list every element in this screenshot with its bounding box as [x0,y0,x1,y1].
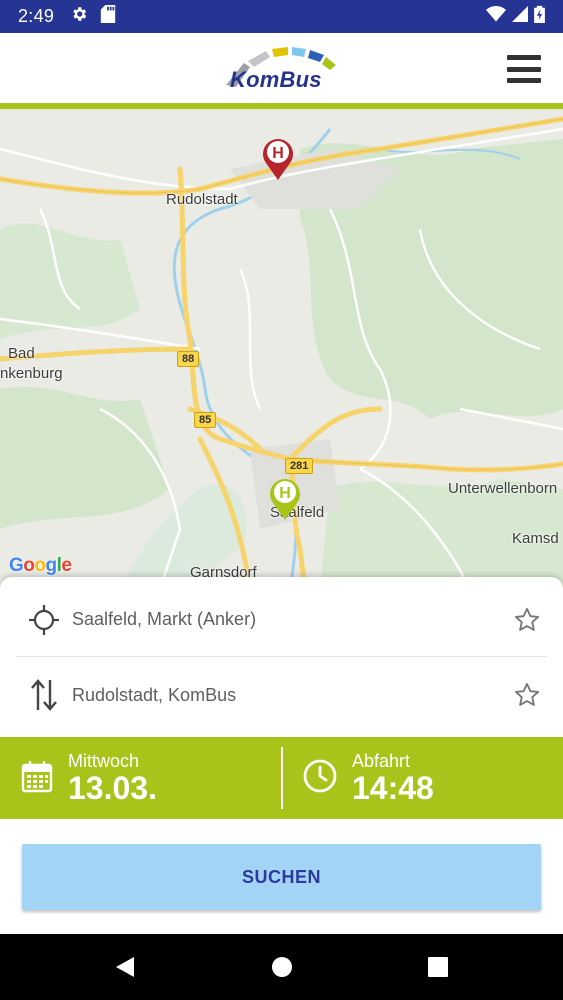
map-label-rudolstadt: Rudolstadt [166,191,238,208]
datetime-divider [281,747,283,809]
map-view[interactable]: Rudolstadt Bad nkenburg Saalfeld Unterwe… [0,109,563,589]
home-icon[interactable] [269,954,295,980]
road-shield-85: 85 [194,412,217,428]
from-stop-text[interactable]: Saalfeld, Markt (Anker) [72,609,509,630]
recents-icon[interactable] [425,954,451,980]
map-label-kamsd: Kamsd [512,530,559,547]
back-icon[interactable] [112,954,138,980]
logo-text: KomBus [230,67,322,92]
favorite-from-star-icon[interactable] [509,602,545,638]
road-shield-88: 88 [177,351,200,367]
swap-arrows-icon[interactable] [16,675,72,715]
search-area: SUCHEN [0,819,563,934]
app-header: KomBus [0,33,563,103]
svg-text:H: H [279,485,291,502]
clock-icon [302,758,338,799]
road-shield-281: 281 [285,458,314,474]
to-stop-text[interactable]: Rudolstadt, KomBus [72,685,509,706]
time-label: Abfahrt [352,751,411,771]
to-stop-row[interactable]: Rudolstadt, KomBus [16,658,547,732]
from-stop-row[interactable]: Saalfeld, Markt (Anker) [16,583,547,657]
origin-marker-icon[interactable]: H [267,475,303,521]
date-texts: Mittwoch 13.03. [68,751,157,805]
stops-card: Saalfeld, Markt (Anker) Rudolstadt, KomB… [0,577,563,737]
status-right-icons [486,5,545,28]
gear-icon [70,5,88,28]
battery-charging-icon [534,5,545,28]
status-left-icons [70,5,116,28]
favorite-to-star-icon[interactable] [509,677,545,713]
search-button[interactable]: SUCHEN [22,844,541,910]
datetime-bar: Mittwoch 13.03. Abfahrt 14:48 [0,737,563,819]
crosshair-location-icon[interactable] [16,600,72,640]
map-label-bad: Bad [8,345,35,362]
time-selector[interactable]: Abfahrt 14:48 [302,737,552,819]
screen: 2:49 KomBus Rudolstadt Bad nkenburg Saal… [0,0,563,1000]
time-value: 14:48 [352,770,434,806]
date-label: Mittwoch [68,751,140,771]
status-time: 2:49 [18,6,55,26]
android-nav-bar [0,934,563,1000]
google-logo: Google [9,555,72,576]
status-bar: 2:49 [0,0,563,33]
svg-text:H: H [272,145,284,162]
kombus-logo[interactable]: KomBus [222,45,342,99]
sd-card-icon [100,5,116,28]
hamburger-menu-icon[interactable] [507,55,541,83]
date-selector[interactable]: Mittwoch 13.03. [20,737,270,819]
date-value: 13.03. [68,770,157,806]
time-texts: Abfahrt 14:48 [352,751,434,805]
destination-marker-icon[interactable]: H [260,135,296,181]
map-label-unterwellenborn: Unterwellenborn [448,480,558,497]
signal-icon [512,6,528,27]
calendar-icon [20,759,54,798]
wifi-icon [486,6,506,27]
map-label-blankenburg: nkenburg [0,365,63,382]
